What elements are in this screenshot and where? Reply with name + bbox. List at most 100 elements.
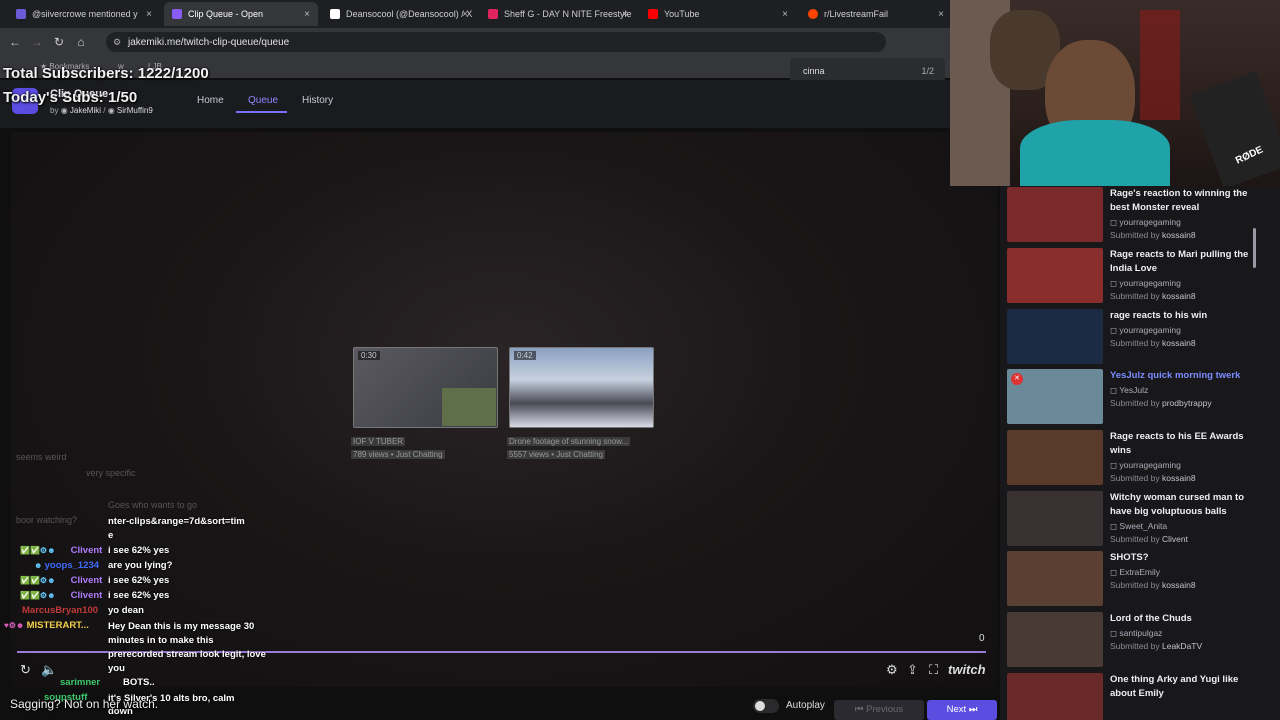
close-icon[interactable]: × (938, 9, 944, 20)
queue-item-thumbnail[interactable] (1007, 430, 1103, 485)
queue-item-title[interactable]: One thing Arky and Yugi like about Emily (1110, 673, 1250, 701)
queue-item-title[interactable]: rage reacts to his win (1110, 309, 1250, 323)
queue-item[interactable]: SHOTS? ◻ ExtraEmily Submitted by kossain… (1007, 551, 1257, 609)
queue-item-thumbnail[interactable] (1007, 551, 1103, 606)
chat-username[interactable]: Clivent (71, 590, 103, 601)
queue-item-thumbnail[interactable] (1007, 187, 1103, 242)
queue-item[interactable]: Rage's reaction to winning the best Mons… (1007, 187, 1257, 245)
queue-item-submitter: Submitted by kossain8 (1110, 473, 1196, 483)
chat-message: e (108, 530, 114, 541)
queue-item-title[interactable]: SHOTS? (1110, 551, 1250, 565)
previous-label: Previous (866, 704, 904, 715)
find-input[interactable]: cinna (803, 66, 825, 76)
suggested-clip-meta: 789 views • Just Chatting (351, 450, 445, 459)
queue-item-title[interactable]: Rage reacts to his EE Awards wins (1110, 430, 1250, 458)
nav-history[interactable]: History (302, 95, 333, 106)
chat-line: ✅✅⚙☻ Clivent (20, 545, 102, 556)
tab-label: Clip Queue - Open (188, 9, 264, 19)
chat-line: ☻ yoops_1234 (34, 560, 99, 571)
chat-message: nter-clips&range=7d&sort=tim (108, 516, 245, 527)
close-icon[interactable]: × (622, 9, 628, 20)
twitch-logo[interactable]: twitch (948, 662, 986, 677)
queue-item-thumbnail[interactable] (1007, 491, 1103, 546)
chat-username[interactable]: Clivent (71, 575, 103, 586)
chat-message: are you lying? (108, 560, 173, 571)
author-link[interactable]: SirMuffin9 (117, 106, 153, 115)
chat-username[interactable]: MarcusBryan100 (22, 605, 98, 616)
suggested-clip-title[interactable]: Drone footage of stunning snow... (507, 437, 631, 446)
close-icon[interactable]: × (782, 9, 788, 20)
queue-item-title[interactable]: YesJulz quick morning twerk (1110, 369, 1250, 383)
volume-icon[interactable]: 🔈 (41, 662, 57, 678)
author-link[interactable]: JakeMiki (70, 106, 101, 115)
close-icon[interactable]: × (304, 9, 310, 20)
reddit-icon (808, 9, 818, 19)
next-button[interactable]: Next ⏭ (927, 700, 997, 720)
tab-reddit[interactable]: r/LivestreamFail × (800, 2, 952, 26)
queue-item[interactable]: Rage reacts to his EE Awards wins ◻ your… (1007, 430, 1257, 488)
close-icon[interactable]: × (462, 9, 468, 20)
chat-line: MarcusBryan100 (22, 605, 98, 616)
app-authors: by ◉ JakeMiki / ◉ SirMuffin9 (50, 106, 153, 115)
queue-item-title[interactable]: Witchy woman cursed man to have big volu… (1110, 491, 1250, 519)
suggested-clip-thumbnail[interactable]: 0:30 (353, 347, 498, 428)
queue-item[interactable]: Lord of the Chuds ◻ santipulgaz Submitte… (1007, 612, 1257, 670)
url-text: jakemiki.me/twitch-clip-queue/queue (128, 36, 290, 48)
forward-icon[interactable]: → (26, 35, 48, 49)
chat-username[interactable]: sarimner (60, 677, 100, 688)
video-player[interactable] (11, 132, 997, 687)
nav-queue[interactable]: Queue (248, 95, 278, 106)
chat-username[interactable]: Clivent (71, 545, 103, 556)
chat-username[interactable]: yoops_1234 (45, 560, 99, 571)
remove-icon[interactable]: ✕ (1011, 373, 1023, 385)
fullscreen-icon[interactable]: ⛶ (929, 662, 938, 678)
queue-item[interactable]: ✕ YesJulz quick morning twerk ◻ YesJulz … (1007, 369, 1257, 427)
previous-icon: ⏮ (854, 704, 864, 715)
replay-icon[interactable]: ↻ (20, 662, 31, 678)
chat-badge-icons: ♥⚙☻ (4, 621, 27, 630)
tab-youtube-video[interactable]: Sheff G - DAY N NITE Freestyle × (480, 2, 636, 26)
settings-gear-icon[interactable]: ⚙ (886, 662, 898, 678)
tab-mention[interactable]: @siivercrowe mentioned y × (8, 2, 160, 26)
queue-item[interactable]: rage reacts to his win ◻ yourragegaming … (1007, 309, 1257, 367)
queue-item-channel: ◻ YesJulz (1110, 385, 1149, 395)
queue-item-channel: ◻ yourragegaming (1110, 278, 1181, 288)
tab-x-profile[interactable]: Deansocool (@Deansocool) / X × (322, 2, 476, 26)
tab-label: @siivercrowe mentioned y (32, 9, 138, 19)
tab-label: YouTube (664, 9, 700, 19)
close-icon[interactable]: × (146, 9, 152, 20)
queue-item-thumbnail[interactable]: ✕ (1007, 369, 1103, 424)
reload-icon[interactable]: ↻ (48, 35, 70, 49)
queue-item-thumbnail[interactable] (1007, 673, 1103, 720)
queue-item-submitter: Submitted by LeakDaTV (1110, 641, 1203, 651)
queue-item-thumbnail[interactable] (1007, 612, 1103, 667)
queue-item-submitter: Submitted by kossain8 (1110, 580, 1196, 590)
queue-item[interactable]: Rage reacts to Mari pulling the India Lo… (1007, 248, 1257, 306)
url-field[interactable]: ⚙ jakemiki.me/twitch-clip-queue/queue (106, 32, 886, 52)
tab-youtube[interactable]: YouTube × (640, 2, 796, 26)
queue-item[interactable]: One thing Arky and Yugi like about Emily (1007, 673, 1257, 720)
queue-item-thumbnail[interactable] (1007, 309, 1103, 364)
tab-clip-queue[interactable]: Clip Queue - Open × (164, 2, 318, 26)
chat-badge-icons: ✅✅⚙☻ (20, 546, 56, 555)
autoplay-toggle[interactable] (753, 699, 779, 713)
home-icon[interactable]: ⌂ (70, 35, 92, 49)
site-info-icon[interactable]: ⚙ (113, 37, 121, 48)
share-icon[interactable]: ⇪ (907, 662, 918, 678)
suggested-clip-thumbnail[interactable]: 0:42 (509, 347, 654, 428)
chat-username[interactable]: MISTERART... (27, 620, 89, 631)
suggested-clip-title[interactable]: IOF V TUBER (351, 437, 406, 446)
queue-item-thumbnail[interactable] (1007, 248, 1103, 303)
autoplay-label: Autoplay (786, 700, 825, 711)
previous-button[interactable]: ⏮ Previous (834, 700, 924, 720)
total-subscribers-counter: Total Subscribers: 1222/1200 (3, 65, 209, 82)
queue-item-title[interactable]: Rage reacts to Mari pulling the India Lo… (1110, 248, 1250, 276)
nav-home[interactable]: Home (197, 95, 224, 106)
browser-tab-bar: @siivercrowe mentioned y × Clip Queue - … (0, 0, 950, 28)
chat-line: ✅✅⚙☻ Clivent (20, 590, 102, 601)
queue-item-title[interactable]: Rage's reaction to winning the best Mons… (1110, 187, 1250, 215)
chat-message: i see 62% yes (108, 590, 170, 601)
queue-item[interactable]: Witchy woman cursed man to have big volu… (1007, 491, 1257, 549)
back-icon[interactable]: ← (4, 35, 26, 49)
queue-item-title[interactable]: Lord of the Chuds (1110, 612, 1250, 626)
